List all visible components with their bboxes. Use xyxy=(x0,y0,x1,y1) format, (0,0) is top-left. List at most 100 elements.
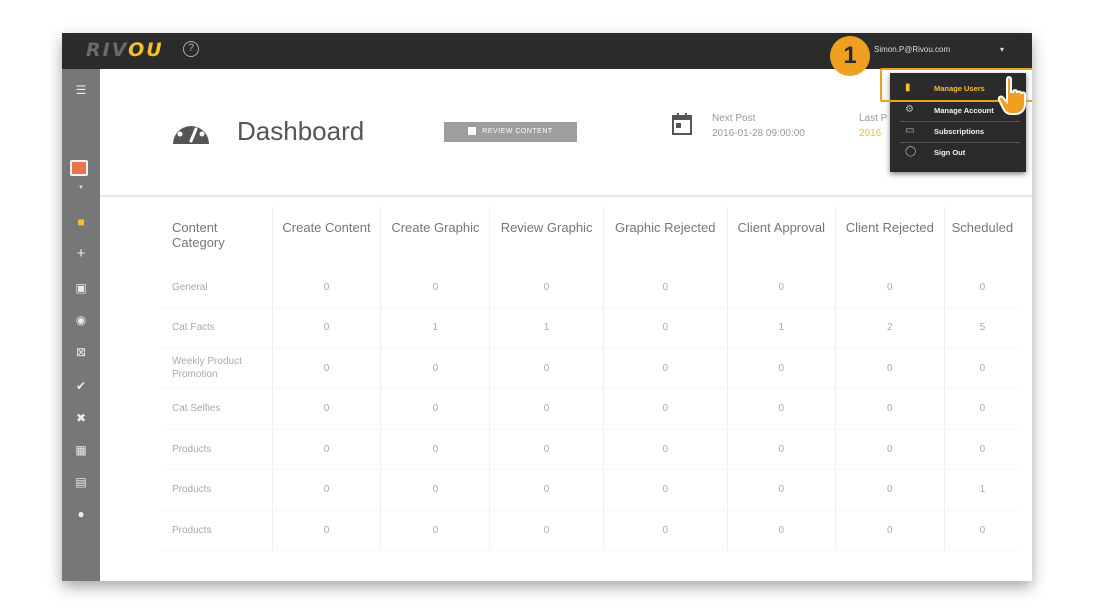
review-content-button[interactable]: REVIEW CONTENT xyxy=(444,122,577,142)
category-cell[interactable]: Cat Selfies xyxy=(162,388,273,430)
step-badge: 1 xyxy=(830,36,870,76)
table-row[interactable]: Products 0 0 0 0 0 0 1 xyxy=(162,469,1020,511)
last-post-value: 2016 xyxy=(859,128,882,139)
count-cell: 0 xyxy=(380,469,491,511)
count-cell: 0 xyxy=(489,510,604,551)
column-header-client-approval: Client Approval xyxy=(727,207,836,267)
eye-icon[interactable]: ◉ xyxy=(62,313,100,327)
count-cell: 0 xyxy=(727,388,836,430)
count-cell: 0 xyxy=(489,469,604,511)
table-row[interactable]: Cat Facts 0 1 1 0 1 2 5 xyxy=(162,307,1020,349)
count-cell: 0 xyxy=(380,267,491,308)
chevron-down-icon[interactable]: ▾ xyxy=(1000,45,1004,54)
count-cell: 0 xyxy=(272,348,382,389)
next-post-value: 2016-01-28 09:00:00 xyxy=(712,128,805,139)
count-cell: 0 xyxy=(603,469,728,511)
menu-item-subscriptions[interactable]: ▭ Subscriptions xyxy=(890,122,1026,142)
dashboard-icon[interactable]: ■ xyxy=(62,215,100,229)
count-cell: 0 xyxy=(272,307,382,349)
gallery-icon[interactable]: ⊠ xyxy=(62,345,100,359)
category-cell[interactable]: Products xyxy=(162,429,273,470)
count-cell: 0 xyxy=(944,267,1020,308)
image-icon[interactable]: ▣ xyxy=(62,281,100,295)
card-icon: ▭ xyxy=(905,125,915,136)
next-post-label: Next Post xyxy=(712,113,756,124)
category-cell[interactable]: General xyxy=(162,267,273,308)
user-email[interactable]: Simon.P@Rivou.com xyxy=(874,45,950,54)
count-cell: 0 xyxy=(603,388,728,430)
app-logo[interactable]: RIVOU xyxy=(86,39,164,61)
count-cell: 0 xyxy=(603,267,728,308)
count-cell: 0 xyxy=(603,348,728,389)
category-cell[interactable]: Cat Facts xyxy=(162,307,273,349)
count-cell: 0 xyxy=(272,388,382,430)
column-header-client-rejected: Client Rejected xyxy=(835,207,945,267)
count-cell: 0 xyxy=(380,429,491,470)
count-cell: 0 xyxy=(603,307,728,349)
count-cell: 0 xyxy=(272,429,382,470)
calendar-icon[interactable]: ▦ xyxy=(62,443,100,457)
count-cell: 0 xyxy=(603,429,728,470)
count-cell: 0 xyxy=(727,267,836,308)
chevron-down-icon[interactable]: ▼ xyxy=(62,185,100,191)
table-icon[interactable]: ▤ xyxy=(62,475,100,489)
count-cell: 0 xyxy=(380,510,491,551)
count-cell: 0 xyxy=(835,388,945,430)
count-cell: 0 xyxy=(835,510,945,551)
column-header-create-content: Create Content xyxy=(272,207,382,267)
table-row[interactable]: Cat Selfies 0 0 0 0 0 0 0 xyxy=(162,388,1020,430)
count-cell: 0 xyxy=(489,348,604,389)
document-icon xyxy=(468,127,477,136)
count-cell: 0 xyxy=(272,510,382,551)
thumbs-up-icon[interactable]: ✔ xyxy=(62,379,100,393)
category-cell[interactable]: Products xyxy=(162,469,273,511)
count-cell: 0 xyxy=(944,388,1020,430)
count-cell: 0 xyxy=(489,267,604,308)
table-row[interactable]: Weekly Product Promotion 0 0 0 0 0 0 0 xyxy=(162,348,1020,389)
count-cell: 0 xyxy=(489,388,604,430)
count-cell: 0 xyxy=(727,348,836,389)
count-cell: 0 xyxy=(835,267,945,308)
last-post-label: Last P xyxy=(859,113,888,124)
menu-icon[interactable]: ☰ xyxy=(62,83,100,97)
count-cell: 0 xyxy=(380,388,491,430)
pointer-hand-icon xyxy=(997,76,1026,115)
count-cell: 0 xyxy=(727,469,836,511)
table-row[interactable]: Products 0 0 0 0 0 0 0 xyxy=(162,429,1020,470)
count-cell: 5 xyxy=(944,307,1020,349)
count-cell: 0 xyxy=(272,469,382,511)
speedometer-icon xyxy=(173,119,209,144)
count-cell: 1 xyxy=(727,307,836,349)
count-cell: 0 xyxy=(835,348,945,389)
column-header-content-category: Content Category xyxy=(162,207,273,267)
count-cell: 1 xyxy=(944,469,1020,511)
add-icon[interactable]: + xyxy=(62,246,100,261)
count-cell: 0 xyxy=(727,429,836,470)
pin-icon: ◯ xyxy=(905,146,917,157)
column-header-create-graphic: Create Graphic xyxy=(380,207,491,267)
category-cell[interactable]: Products xyxy=(162,510,273,551)
count-cell: 0 xyxy=(944,510,1020,551)
count-cell: 0 xyxy=(835,469,945,511)
count-cell: 0 xyxy=(272,267,382,308)
help-icon[interactable]: ? xyxy=(183,41,199,57)
page-title: Dashboard xyxy=(237,116,365,146)
avatar[interactable] xyxy=(70,160,88,176)
count-cell: 0 xyxy=(603,510,728,551)
category-cell[interactable]: Weekly Product Promotion xyxy=(162,348,273,389)
count-cell: 0 xyxy=(835,429,945,470)
count-cell: 0 xyxy=(944,429,1020,470)
thumbs-down-icon[interactable]: ✖ xyxy=(62,411,100,425)
column-header-graphic-rejected: Graphic Rejected xyxy=(603,207,728,267)
top-bar: RIVOU ? Simon.P@Rivou.com ▾ xyxy=(62,33,1032,69)
alert-icon[interactable]: ● xyxy=(62,507,100,521)
count-cell: 1 xyxy=(380,307,491,349)
column-header-review-graphic: Review Graphic xyxy=(489,207,604,267)
count-cell: 0 xyxy=(489,429,604,470)
content-status-table: Content Category Create Content Create G… xyxy=(162,207,1020,551)
table-header-row: Content Category Create Content Create G… xyxy=(162,207,1020,267)
count-cell: 0 xyxy=(727,510,836,551)
menu-item-sign-out[interactable]: ◯ Sign Out xyxy=(890,143,1026,163)
table-row[interactable]: General 0 0 0 0 0 0 0 xyxy=(162,267,1020,308)
table-row[interactable]: Products 0 0 0 0 0 0 0 xyxy=(162,510,1020,551)
